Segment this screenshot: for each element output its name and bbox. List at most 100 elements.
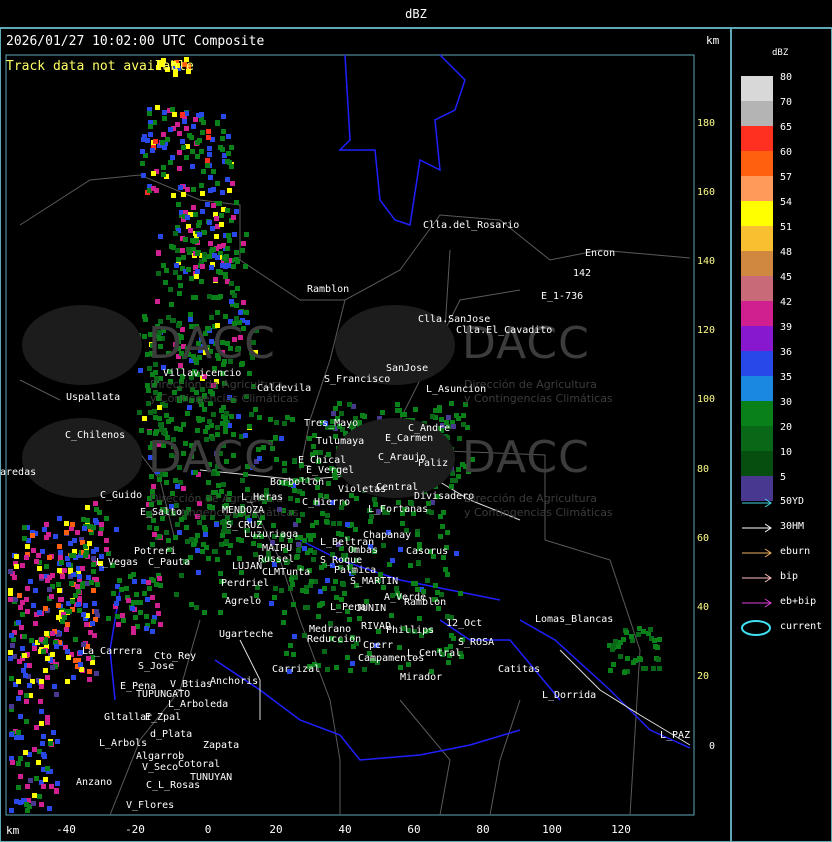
echo-pixel [191, 295, 196, 300]
echo-pixel [322, 586, 327, 591]
echo-pixel [213, 277, 218, 282]
arrow-icon [742, 548, 772, 558]
echo-pixel [16, 761, 21, 766]
echo-pixel [133, 600, 138, 605]
echo-pixel [216, 483, 221, 488]
echo-pixel [458, 591, 463, 596]
echo-pixel [189, 537, 194, 542]
place-label: Paliz [418, 458, 449, 469]
echo-pixel [104, 547, 109, 552]
dbz-swatch [741, 301, 773, 326]
echo-pixel [271, 523, 276, 528]
x-tick-label: 0 [204, 823, 212, 836]
echo-pixel [151, 578, 156, 583]
echo-pixel [34, 776, 39, 781]
place-label: Caldevila [257, 383, 312, 394]
echo-pixel [348, 668, 353, 673]
echo-pixel [220, 533, 225, 538]
echo-pixel [25, 544, 30, 549]
echo-pixel [197, 418, 202, 423]
echo-pixel [20, 563, 25, 568]
dbz-swatch [741, 176, 773, 201]
echo-pixel [194, 274, 199, 279]
echo-pixel [333, 406, 338, 411]
echo-pixel [185, 187, 190, 192]
place-label: Villavicencio [163, 368, 242, 379]
echo-pixel [54, 788, 59, 793]
echo-pixel [207, 146, 212, 151]
echo-pixel [425, 578, 430, 583]
echo-pixel [400, 521, 405, 526]
echo-pixel [57, 544, 62, 549]
echo-pixel [188, 312, 193, 317]
echo-pixel [353, 527, 358, 532]
dbz-swatch [741, 101, 773, 126]
echo-pixel [227, 188, 232, 193]
echo-pixel [235, 286, 240, 291]
echo-pixel [449, 484, 454, 489]
echo-pixel [68, 568, 73, 573]
dacc-watermark-line2: y Contingencias Climáticas [150, 392, 299, 405]
echo-pixel [652, 638, 657, 643]
echo-pixel [205, 158, 210, 163]
dbz-level-label: 45 [780, 272, 793, 283]
echo-pixel [27, 663, 32, 668]
echo-pixel [20, 612, 25, 617]
echo-pixel [211, 412, 216, 417]
echo-pixel [25, 609, 30, 614]
echo-pixel [169, 417, 174, 422]
echo-pixel [16, 679, 21, 684]
echo-pixel [31, 801, 36, 806]
echo-pixel [398, 665, 403, 670]
echo-pixel [98, 531, 103, 536]
echo-pixel [155, 105, 160, 110]
km-unit-label-bottom: km [6, 824, 20, 837]
echo-pixel [648, 627, 653, 632]
place-label: L_PAZ [660, 730, 691, 741]
echo-pixel [47, 806, 52, 811]
echo-pixel [170, 155, 175, 160]
echo-pixel [325, 578, 330, 583]
echo-pixel [75, 584, 80, 589]
y-tick-label: 120 [697, 325, 716, 336]
echo-pixel [234, 250, 239, 255]
echo-pixel [152, 409, 157, 414]
echo-pixel [177, 150, 182, 155]
echo-pixel [36, 760, 41, 765]
echo-pixel [446, 415, 451, 420]
echo-pixel [220, 136, 225, 141]
echo-pixel [389, 613, 394, 618]
echo-pixel [207, 152, 212, 157]
echo-pixel [66, 562, 71, 567]
echo-pixel [220, 520, 225, 525]
echo-pixel [114, 527, 119, 532]
echo-pixel [202, 407, 207, 412]
place-label: Borbollon [270, 477, 325, 488]
echo-pixel [657, 666, 662, 671]
echo-pixel [200, 191, 205, 196]
echo-pixel [196, 570, 201, 575]
echo-pixel [300, 512, 305, 517]
echo-pixel [636, 632, 641, 637]
echo-pixel [345, 655, 350, 660]
track-legend-label: eburn [780, 546, 811, 557]
echo-pixel [218, 145, 223, 150]
echo-pixel [37, 610, 42, 615]
echo-pixel [445, 530, 450, 535]
echo-pixel [292, 488, 297, 493]
echo-pixel [225, 159, 230, 164]
echo-pixel [203, 527, 208, 532]
echo-pixel [184, 525, 189, 530]
echo-pixel [199, 149, 204, 154]
echo-pixel [161, 132, 166, 137]
echo-pixel [31, 603, 36, 608]
echo-pixel [58, 550, 63, 555]
echo-pixel [134, 592, 139, 597]
echo-pixel [214, 234, 219, 239]
echo-pixel [200, 130, 205, 135]
echo-pixel [92, 633, 97, 638]
echo-pixel [53, 534, 58, 539]
echo-pixel [257, 415, 262, 420]
echo-pixel [156, 271, 161, 276]
echo-pixel [186, 267, 191, 272]
